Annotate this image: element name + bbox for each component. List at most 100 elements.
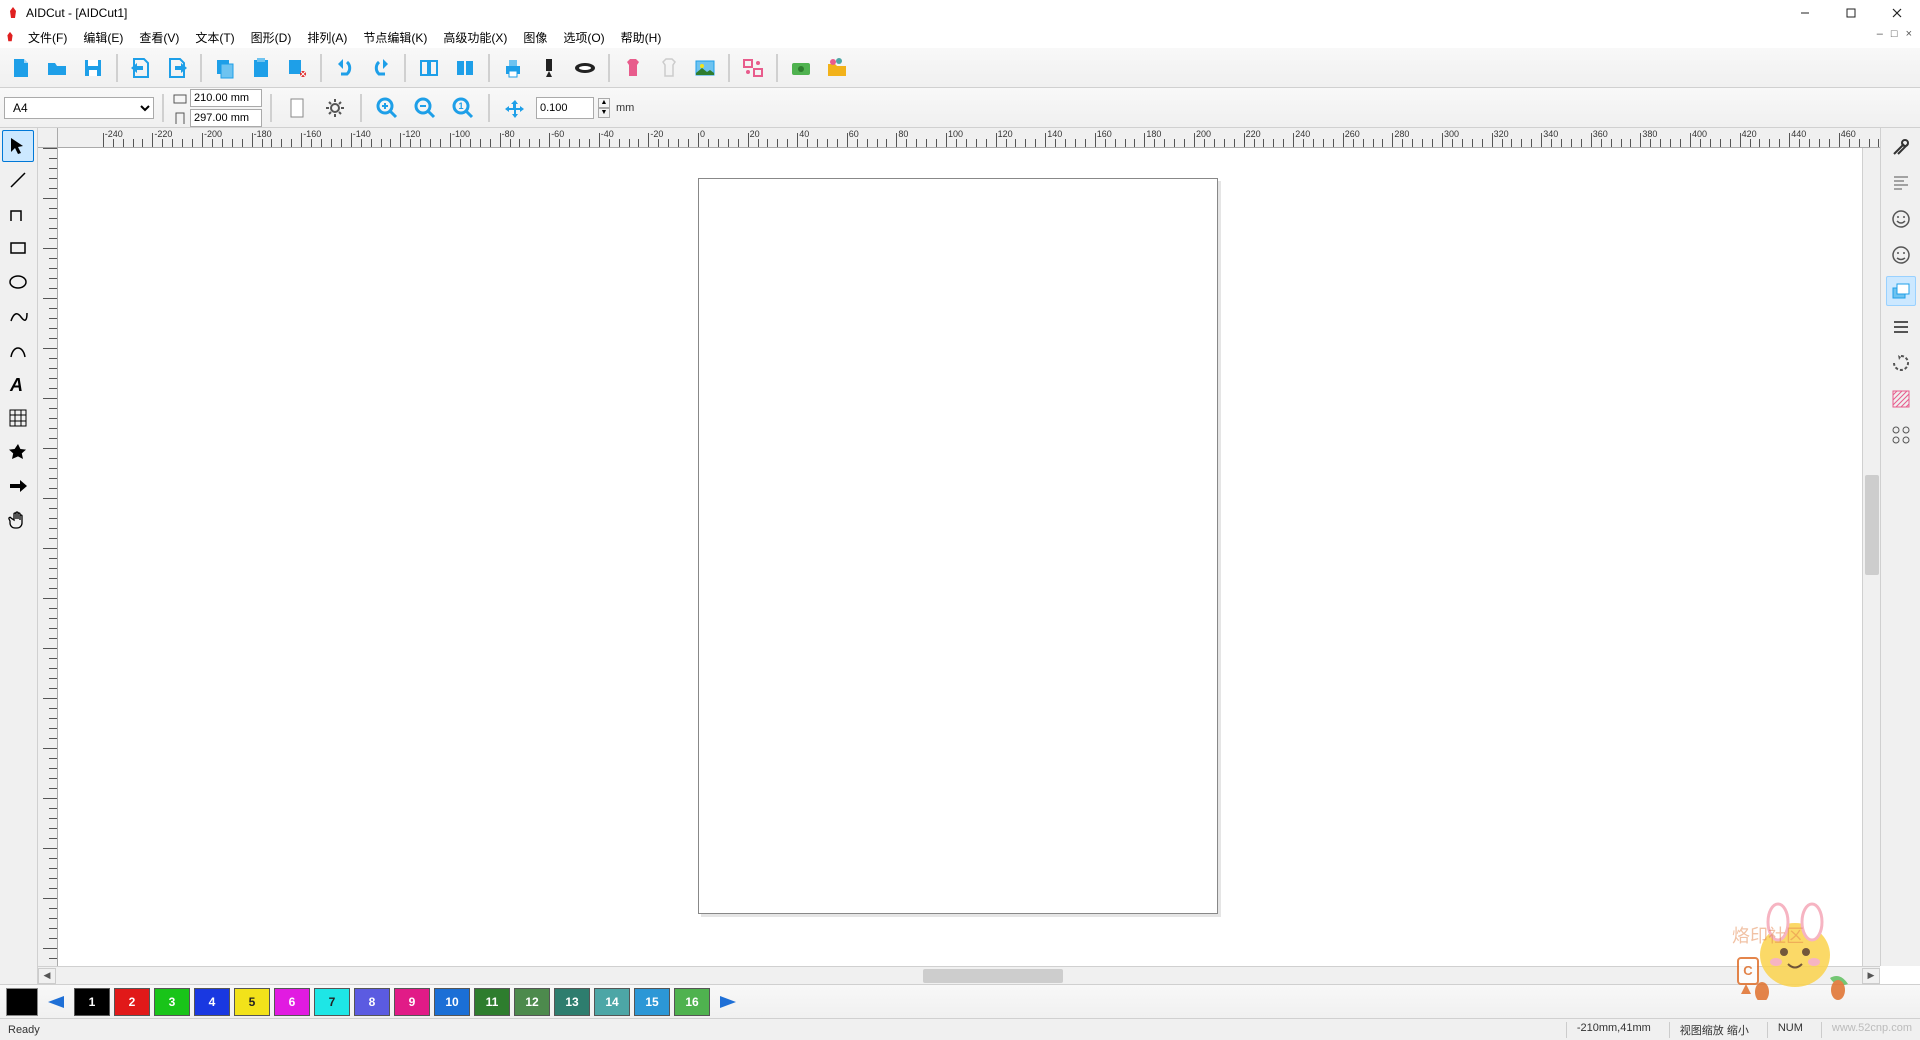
color-swatch-15[interactable]: 15 xyxy=(634,988,670,1016)
money-button[interactable] xyxy=(784,51,818,85)
ruler-horizontal[interactable]: -240-220-200-180-160-140-120-100-80-60-4… xyxy=(58,128,1880,148)
color-swatch-2[interactable]: 2 xyxy=(114,988,150,1016)
cutter-button[interactable] xyxy=(568,51,602,85)
nudge-offset-input[interactable] xyxy=(536,97,594,119)
select-tool[interactable] xyxy=(2,130,34,162)
zoom-in-button[interactable] xyxy=(370,91,404,125)
hscroll-right[interactable]: ▶ xyxy=(1862,968,1880,984)
menu-options[interactable]: 选项(O) xyxy=(555,27,612,48)
color-swatch-5[interactable]: 5 xyxy=(234,988,270,1016)
align-text-icon[interactable] xyxy=(1886,168,1916,198)
registration-button[interactable] xyxy=(736,51,770,85)
color-swatch-8[interactable]: 8 xyxy=(354,988,390,1016)
nudge-button[interactable] xyxy=(498,91,532,125)
zoom-out-button[interactable] xyxy=(408,91,442,125)
color-swatch-10[interactable]: 10 xyxy=(434,988,470,1016)
settings-gear-button[interactable] xyxy=(318,91,352,125)
vertical-scrollbar[interactable] xyxy=(1862,148,1880,966)
portrait-button[interactable] xyxy=(280,91,314,125)
spin-down[interactable]: ▼ xyxy=(598,108,610,118)
color-swatch-6[interactable]: 6 xyxy=(274,988,310,1016)
zoom-100-button[interactable]: 1 xyxy=(446,91,480,125)
ellipse-tool[interactable] xyxy=(2,266,34,298)
smiley2-icon[interactable] xyxy=(1886,240,1916,270)
color-swatch-1[interactable]: 1 xyxy=(74,988,110,1016)
menu-advanced[interactable]: 高级功能(X) xyxy=(435,27,515,48)
menu-view[interactable]: 查看(V) xyxy=(131,27,187,48)
menu-shape[interactable]: 图形(D) xyxy=(243,27,300,48)
tools-icon[interactable] xyxy=(1886,132,1916,162)
ruler-vertical[interactable] xyxy=(38,148,58,966)
hscroll-thumb[interactable] xyxy=(923,969,1063,983)
copy-button[interactable] xyxy=(208,51,242,85)
grid-tool[interactable] xyxy=(2,402,34,434)
ruler-corner[interactable] xyxy=(38,128,58,148)
hscroll-left[interactable]: ◀ xyxy=(38,968,56,984)
paste-button[interactable] xyxy=(244,51,278,85)
minimize-button[interactable] xyxy=(1782,0,1828,26)
menu-help[interactable]: 帮助(H) xyxy=(613,27,670,48)
arrow-tool[interactable] xyxy=(2,470,34,502)
shirt-front-button[interactable] xyxy=(616,51,650,85)
color-next[interactable] xyxy=(714,988,742,1016)
open-file-button[interactable] xyxy=(40,51,74,85)
print-button[interactable] xyxy=(496,51,530,85)
color-swatch-3[interactable]: 3 xyxy=(154,988,190,1016)
polyline-tool[interactable] xyxy=(2,198,34,230)
color-swatch-12[interactable]: 12 xyxy=(514,988,550,1016)
plotter-button[interactable] xyxy=(532,51,566,85)
align-left-button[interactable] xyxy=(412,51,446,85)
horizontal-scrollbar[interactable]: ◀ ▶ xyxy=(38,966,1880,984)
hand-tool[interactable] xyxy=(2,504,34,536)
hatch-icon[interactable] xyxy=(1886,384,1916,414)
color-swatch-16[interactable]: 16 xyxy=(674,988,710,1016)
menu-arrange[interactable]: 排列(A) xyxy=(299,27,355,48)
menu-edit[interactable]: 编辑(E) xyxy=(75,27,131,48)
menu-node[interactable]: 节点编辑(K) xyxy=(355,27,435,48)
page[interactable] xyxy=(698,178,1218,914)
menu-file[interactable]: 文件(F) xyxy=(20,27,75,48)
current-color[interactable] xyxy=(6,988,38,1016)
color-swatch-4[interactable]: 4 xyxy=(194,988,230,1016)
color-prev[interactable] xyxy=(42,988,70,1016)
undo-button[interactable] xyxy=(328,51,362,85)
export-button[interactable] xyxy=(160,51,194,85)
folder-button[interactable] xyxy=(820,51,854,85)
save-file-button[interactable] xyxy=(76,51,110,85)
vscroll-thumb[interactable] xyxy=(1865,475,1879,575)
align-right-button[interactable] xyxy=(448,51,482,85)
page-width-input[interactable] xyxy=(190,89,262,107)
star-tool[interactable] xyxy=(2,436,34,468)
mdi-minimize[interactable]: – xyxy=(1875,28,1885,40)
bezier-tool[interactable] xyxy=(2,334,34,366)
smiley-icon[interactable] xyxy=(1886,204,1916,234)
cut-button[interactable] xyxy=(280,51,314,85)
color-swatch-13[interactable]: 13 xyxy=(554,988,590,1016)
menu-image[interactable]: 图像 xyxy=(515,27,555,48)
shirt-back-button[interactable] xyxy=(652,51,686,85)
color-swatch-9[interactable]: 9 xyxy=(394,988,430,1016)
mdi-restore[interactable]: □ xyxy=(1889,28,1900,40)
maximize-button[interactable] xyxy=(1828,0,1874,26)
redo-button[interactable] xyxy=(364,51,398,85)
color-swatch-14[interactable]: 14 xyxy=(594,988,630,1016)
lines-icon[interactable] xyxy=(1886,312,1916,342)
import-button[interactable] xyxy=(124,51,158,85)
layers-icon[interactable] xyxy=(1886,276,1916,306)
new-file-button[interactable] xyxy=(4,51,38,85)
text-tool[interactable]: A xyxy=(2,368,34,400)
canvas[interactable] xyxy=(58,148,1880,966)
spin-up[interactable]: ▲ xyxy=(598,98,610,108)
page-height-input[interactable] xyxy=(190,109,262,127)
line-tool[interactable] xyxy=(2,164,34,196)
color-swatch-7[interactable]: 7 xyxy=(314,988,350,1016)
image-button[interactable] xyxy=(688,51,722,85)
rectangle-tool[interactable] xyxy=(2,232,34,264)
mdi-close[interactable]: × xyxy=(1904,28,1914,40)
close-button[interactable] xyxy=(1874,0,1920,26)
page-size-select[interactable]: A4 xyxy=(4,97,154,119)
rotate-icon[interactable] xyxy=(1886,348,1916,378)
color-swatch-11[interactable]: 11 xyxy=(474,988,510,1016)
menu-text[interactable]: 文本(T) xyxy=(187,27,242,48)
pattern-icon[interactable] xyxy=(1886,420,1916,450)
